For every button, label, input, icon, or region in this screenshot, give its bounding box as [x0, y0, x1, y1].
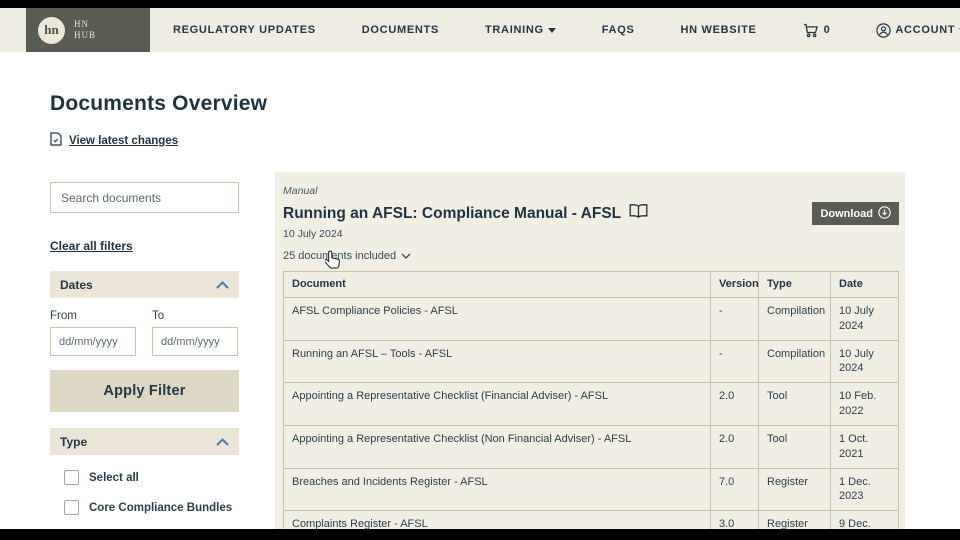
documents-included-toggle[interactable]: 25 documents included — [283, 250, 897, 262]
account-menu[interactable]: ACCOUNT — [876, 22, 960, 38]
cell-document: Appointing a Representative Checklist (F… — [283, 382, 711, 426]
download-icon — [878, 205, 891, 222]
nav-item-label: FAQS — [601, 24, 635, 36]
documents-table: Document Version Type Date AFSL Compliance … — [283, 271, 899, 529]
cell-version: 7.0 — [710, 467, 759, 512]
cart-button[interactable]: 0 — [803, 23, 831, 38]
cell-document: AFSL Compliance Policies - AFSL — [283, 296, 711, 341]
cell-date: 1 Oct. 2021 — [830, 424, 899, 469]
type-section-header[interactable]: Type — [50, 428, 239, 455]
hn-hub-logo[interactable]: hn HN HUB — [26, 8, 150, 52]
nav-item-label: TRAINING — [484, 24, 544, 36]
to-label: To — [152, 310, 165, 322]
table-row[interactable]: Complaints Register - AFSL 3.0 Register 9 D… — [283, 510, 899, 529]
documents-table-body: AFSL Compliance Policies - AFSL - Compilat… — [283, 296, 899, 529]
column-header-version: Version — [710, 271, 759, 298]
documents-table-head: Document Version Type Date — [283, 271, 899, 298]
checkbox-label: Select all — [89, 471, 139, 484]
table-row[interactable]: Breaches and Incidents Register - AFSL 7.… — [283, 467, 899, 512]
type-option-core-compliance-bundles[interactable]: Core Compliance Bundles — [50, 496, 239, 519]
cell-document: Appointing a Representative Checklist (N… — [283, 424, 711, 469]
from-label: From — [50, 310, 77, 322]
clear-all-filters-link[interactable]: Clear all filters — [50, 239, 133, 253]
column-header-document: Document — [283, 271, 711, 298]
logo-text: HN HUB — [74, 18, 97, 40]
cell-date: 10 Feb. 2022 — [830, 382, 899, 426]
cell-type: Tool — [758, 382, 831, 426]
cell-type: Compilation — [758, 339, 831, 384]
chevron-up-icon — [216, 278, 229, 292]
nav-item-documents[interactable]: DOCUMENTS — [362, 24, 439, 36]
dates-section-header[interactable]: Dates — [50, 271, 239, 298]
cell-version: 3.0 — [710, 510, 759, 529]
cart-icon — [803, 23, 820, 38]
type-option-select-all[interactable]: Select all — [50, 466, 239, 489]
table-row[interactable]: Running an AFSL – Tools - AFSL - Compilati… — [283, 339, 899, 384]
checkbox[interactable] — [64, 500, 79, 515]
nav-item-training[interactable]: TRAINING — [485, 24, 556, 36]
cell-version: 2.0 — [710, 382, 759, 426]
view-latest-changes-label: View latest changes — [69, 134, 179, 147]
type-option-other-document-bundles[interactable]: Other Document Bundles — [50, 526, 239, 529]
table-row[interactable]: Appointing a Representative Checklist (N… — [283, 424, 899, 469]
manual-kicker: Manual — [283, 185, 318, 197]
checkbox-label: Core Compliance Bundles — [89, 501, 233, 514]
checkbox[interactable] — [64, 470, 79, 485]
cell-date: 1 Dec. 2023 — [830, 467, 899, 512]
cell-date: 10 July 2024 — [830, 296, 899, 341]
account-label: ACCOUNT — [895, 24, 956, 36]
cart-count: 0 — [823, 24, 831, 36]
column-header-date: Date — [830, 271, 899, 298]
date-range-row: From To — [50, 310, 239, 356]
browser-viewport: hn HN HUB REGULATORY UPDATES DOCUMENTS TRA… — [0, 8, 960, 529]
date-to-input[interactable] — [152, 327, 238, 356]
table-row[interactable]: AFSL Compliance Policies - AFSL - Compilat… — [283, 296, 899, 341]
page-title: Documents Overview — [50, 92, 268, 115]
logo-monogram: hn — [38, 16, 65, 44]
cell-date: 9 Dec. 2022 — [830, 510, 899, 529]
nav-items: REGULATORY UPDATES DOCUMENTS TRAINING FAQS H… — [173, 8, 960, 52]
filters-sidebar: Clear all filters Dates From To Apply Fi… — [50, 182, 239, 529]
cell-version: 2.0 — [710, 424, 759, 469]
apply-filter-button[interactable]: Apply Filter — [50, 370, 239, 412]
account-icon — [876, 22, 892, 38]
top-navbar: hn HN HUB REGULATORY UPDATES DOCUMENTS TRA… — [0, 8, 960, 52]
cell-document: Breaches and Incidents Register - AFSL — [283, 467, 711, 512]
cell-type: Register — [758, 467, 831, 512]
manual-title: Running an AFSL: Compliance Manual - AFS… — [283, 204, 897, 223]
column-header-type: Type — [758, 271, 831, 298]
cell-type: Tool — [758, 424, 831, 469]
chevron-down-icon — [401, 250, 411, 262]
open-book-icon — [629, 204, 648, 223]
nav-item-faqs[interactable]: FAQS — [602, 24, 635, 36]
download-button[interactable]: Download — [812, 202, 899, 225]
manual-date: 10 July 2024 — [283, 228, 343, 240]
view-latest-changes-link[interactable]: View latest changes — [50, 132, 178, 149]
manual-panel: Manual Running an AFSL: Compliance Manua… — [275, 172, 905, 529]
nav-item-label: HN WEBSITE — [680, 24, 757, 36]
changelog-icon — [50, 132, 62, 149]
chevron-up-icon — [216, 435, 229, 449]
nav-item-label: DOCUMENTS — [361, 24, 439, 36]
cell-version: - — [710, 339, 759, 384]
cell-type: Compilation — [758, 296, 831, 341]
nav-item-label: REGULATORY UPDATES — [173, 24, 316, 36]
cell-type: Register — [758, 510, 831, 529]
search-input[interactable] — [50, 182, 239, 213]
cell-date: 10 July 2024 — [830, 339, 899, 384]
cell-document: Complaints Register - AFSL — [283, 510, 711, 529]
nav-item-hn-website[interactable]: HN WEBSITE — [681, 24, 757, 36]
cell-version: - — [710, 296, 759, 341]
cell-document: Running an AFSL – Tools - AFSL — [283, 339, 711, 384]
type-checkbox-list: Select all Core Compliance Bundles Other D… — [50, 466, 239, 529]
date-from-input[interactable] — [50, 327, 136, 356]
nav-item-regulatory-updates[interactable]: REGULATORY UPDATES — [173, 24, 316, 36]
table-row[interactable]: Appointing a Representative Checklist (F… — [283, 382, 899, 426]
chevron-down-icon — [547, 27, 556, 33]
